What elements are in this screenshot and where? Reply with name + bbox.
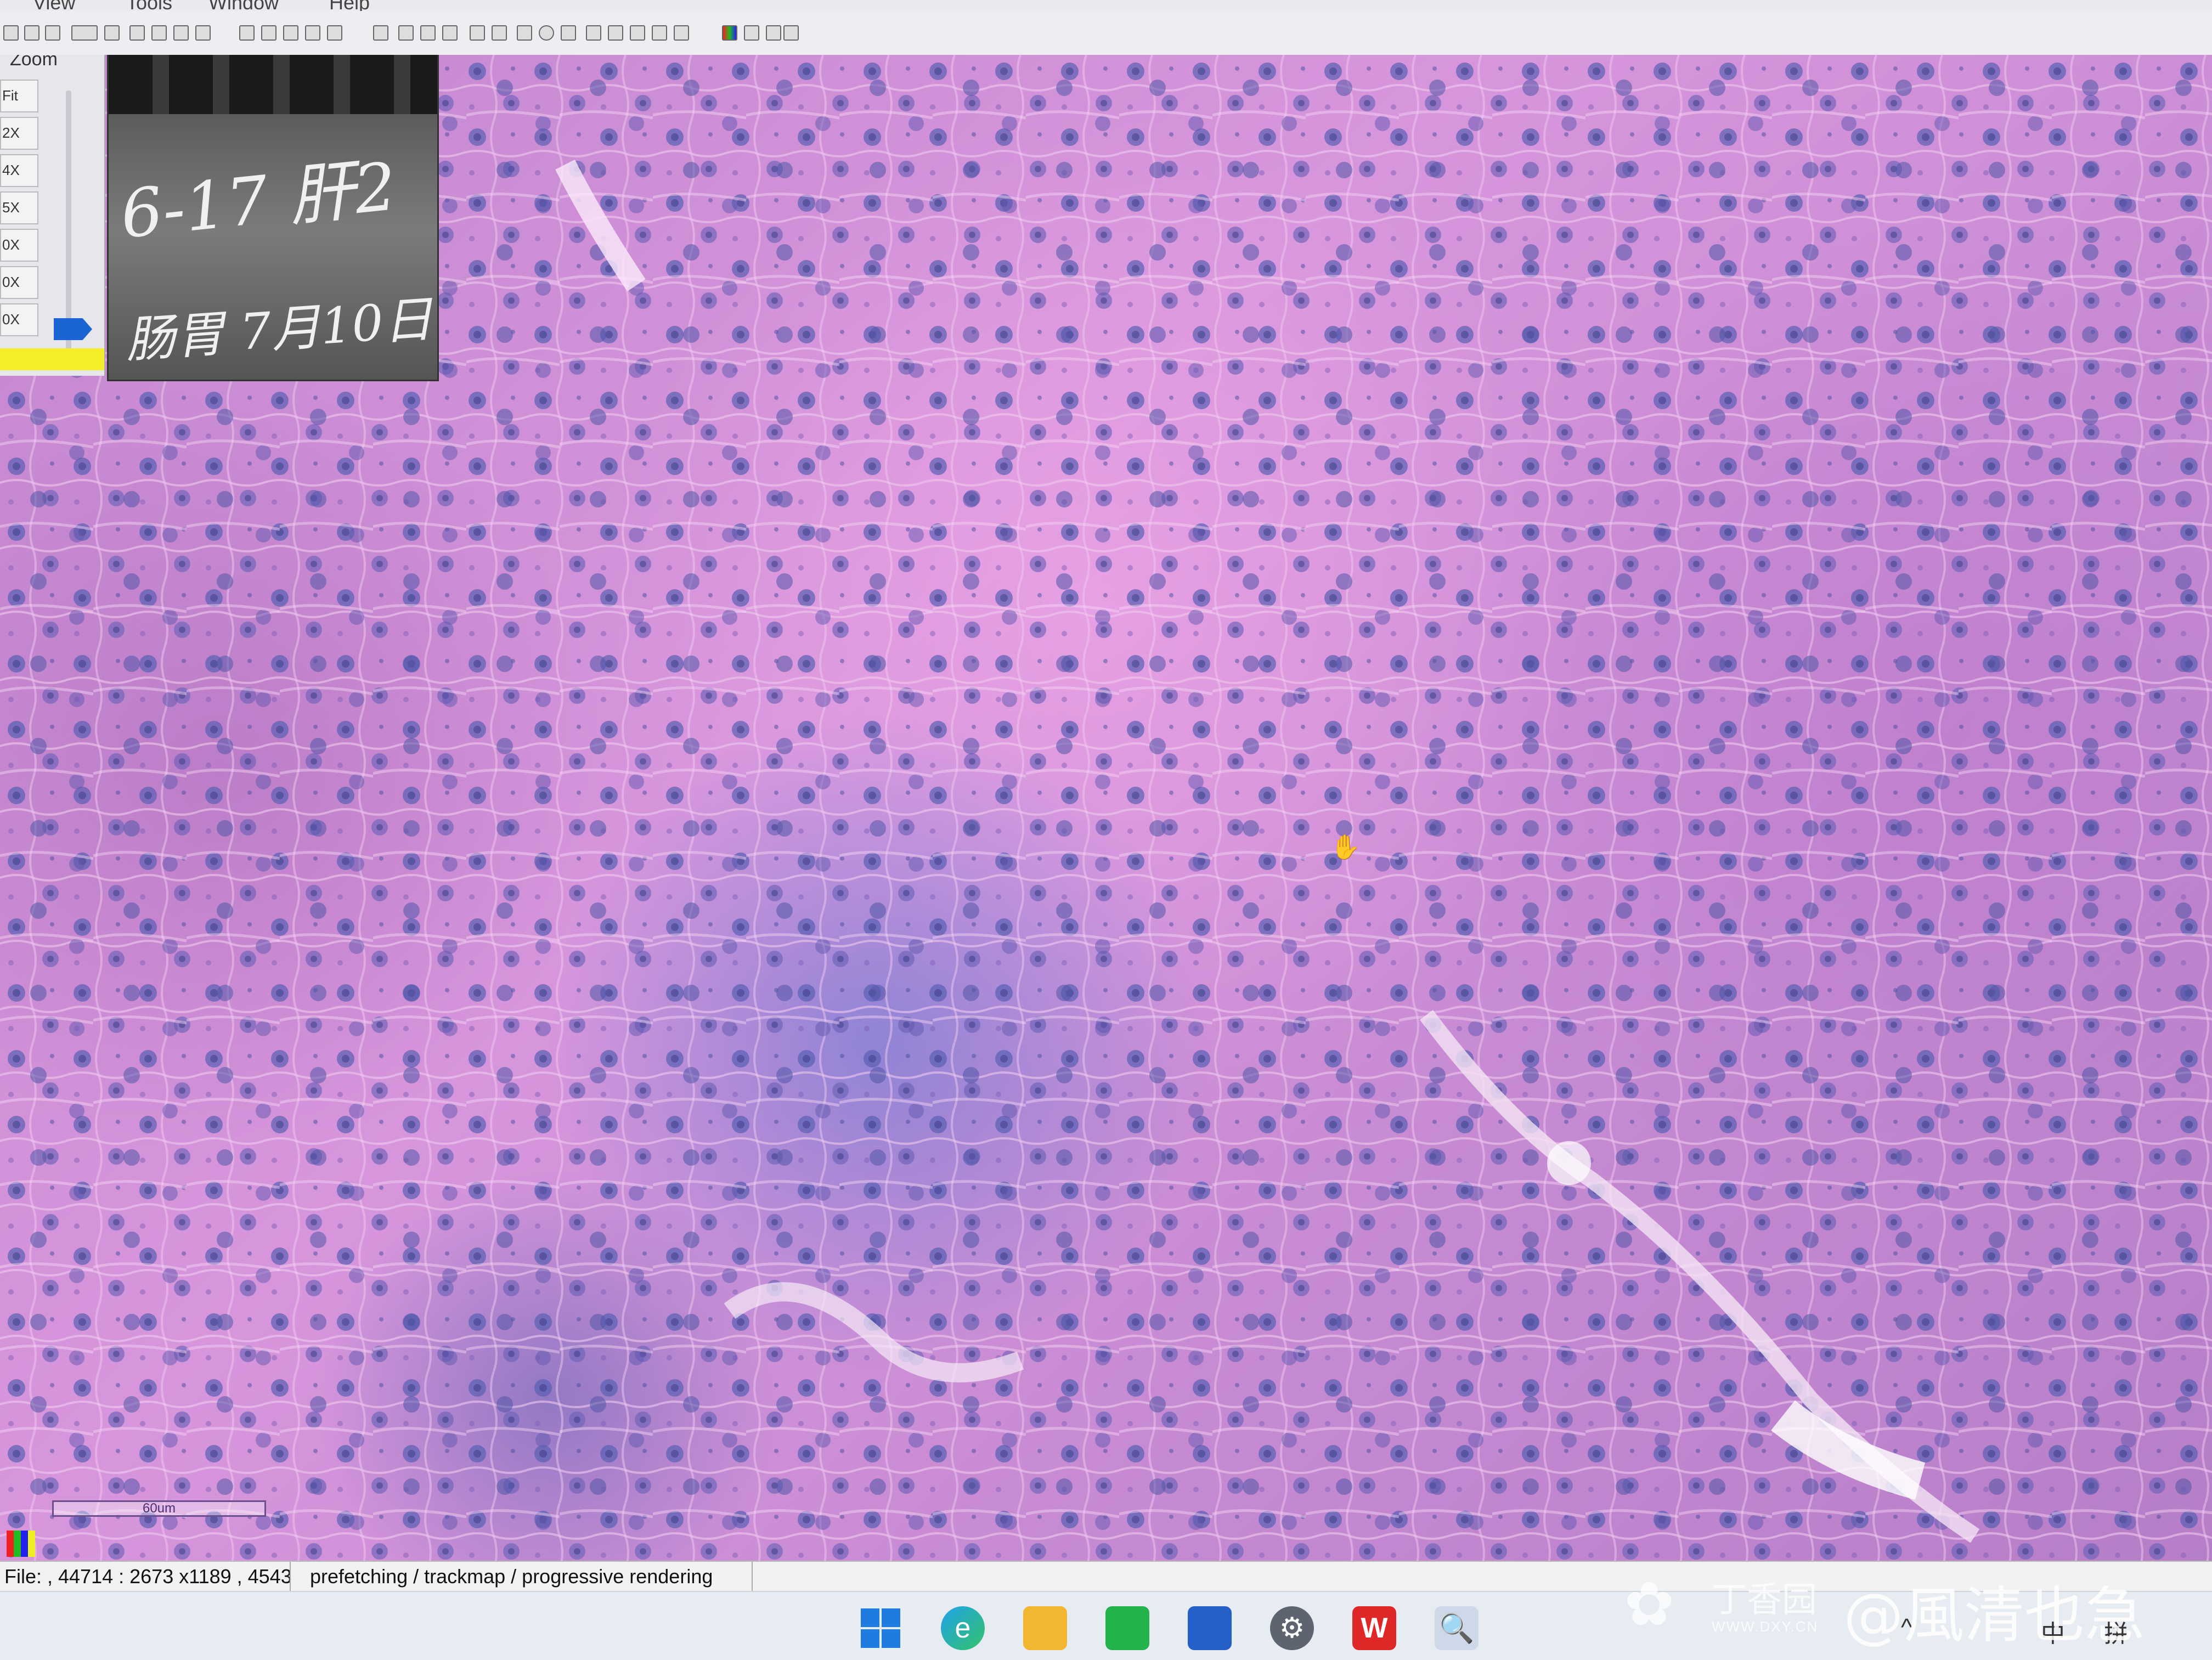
- slide-viewer[interactable]: Zoom Fit 2X 4X 5X 0X 0X 0X 6-17 肝2 肠胃 7月…: [0, 55, 2212, 1561]
- toolbar: [0, 11, 2212, 57]
- watermark-author: @風清也急: [1843, 1580, 2145, 1651]
- zoom-4x-button[interactable]: 4X: [0, 154, 38, 187]
- zoom-title: Zoom: [10, 55, 58, 70]
- zoom-current-marker: [54, 318, 92, 340]
- zoom-fit-button[interactable]: Fit: [0, 80, 38, 112]
- settings-icon[interactable]: ⚙: [1270, 1606, 1314, 1650]
- zoom-highlight-bar: [0, 348, 104, 370]
- search-magnifier-icon[interactable]: 🔍: [1435, 1606, 1479, 1650]
- tool-mail-icon[interactable]: [305, 25, 320, 41]
- tool-ruler-icon[interactable]: [492, 25, 507, 41]
- tool-globe-icon[interactable]: [261, 25, 276, 41]
- zoom-panel: Zoom Fit 2X 4X 5X 0X 0X 0X: [0, 55, 105, 376]
- menu-bar: View Tools Window Help: [0, 0, 2212, 14]
- tool-camera-icon[interactable]: [420, 25, 436, 41]
- status-separator: [290, 1562, 291, 1592]
- tool-copy-icon[interactable]: [104, 25, 120, 41]
- zoom-2x-button[interactable]: 2X: [0, 117, 38, 150]
- folder-icon[interactable]: [1023, 1606, 1067, 1650]
- tool-pointer-icon[interactable]: [398, 25, 414, 41]
- status-coordinates: File: , 44714 : 2673 x1189 , 4543: [4, 1565, 292, 1588]
- tool-stack-icon[interactable]: [674, 25, 689, 41]
- tool-bar-icon[interactable]: [744, 25, 759, 41]
- store-bag-icon[interactable]: [1105, 1606, 1149, 1650]
- wps-icon[interactable]: W: [1352, 1606, 1396, 1650]
- zoom-40x-button[interactable]: 0X: [0, 303, 38, 336]
- thumbnail-label-line1: 6-17 肝2: [117, 148, 400, 253]
- thumbnail-strip: [109, 55, 437, 114]
- ms-store-icon[interactable]: [1188, 1606, 1232, 1650]
- watermark-url: WWW.DXY.CN: [1712, 1618, 1819, 1635]
- tool-target-icon[interactable]: [3, 25, 19, 41]
- tool-print-icon[interactable]: [283, 25, 298, 41]
- tool-select-dropdown[interactable]: [71, 25, 98, 41]
- tool-refresh-icon[interactable]: [327, 25, 342, 41]
- zoom-5x-button[interactable]: 5X: [0, 191, 38, 224]
- tool-grid-hash-icon[interactable]: [586, 25, 601, 41]
- dxy-flower-logo-icon: ✿: [1624, 1571, 1675, 1638]
- tool-save-icon[interactable]: [195, 25, 211, 41]
- zoom-slider[interactable]: [66, 91, 71, 354]
- tool-edit-icon[interactable]: [239, 25, 255, 41]
- tool-duplicate-icon[interactable]: [652, 25, 667, 41]
- tool-ellipse-icon[interactable]: [539, 25, 554, 41]
- status-message: prefetching / trackmap / progressive ren…: [310, 1565, 713, 1588]
- tool-line-icon[interactable]: [561, 25, 576, 41]
- tool-hand-icon[interactable]: [373, 25, 388, 41]
- tool-help-icon[interactable]: [783, 25, 799, 41]
- tool-back-icon[interactable]: [45, 25, 60, 41]
- zoom-20x-button[interactable]: 0X: [0, 266, 38, 299]
- tool-rectangle-icon[interactable]: [517, 25, 532, 41]
- tool-link-icon[interactable]: [24, 25, 40, 41]
- tool-pen-icon[interactable]: [442, 25, 458, 41]
- hand-cursor-icon: ✋: [1330, 834, 1361, 861]
- tool-dropdown-icon[interactable]: [766, 25, 781, 41]
- tool-scissors-icon[interactable]: [630, 25, 645, 41]
- tool-measure-icon[interactable]: [470, 25, 485, 41]
- thumbnail-label-line2: 肠胃 7月10日: [123, 290, 435, 370]
- start-icon[interactable]: [859, 1606, 902, 1650]
- color-channels-icon[interactable]: [7, 1531, 35, 1557]
- scale-bar: 60um: [52, 1500, 266, 1517]
- slide-label-thumbnail[interactable]: 6-17 肝2 肠胃 7月10日: [107, 55, 439, 381]
- tool-page-icon[interactable]: [129, 25, 145, 41]
- tool-layers-icon[interactable]: [608, 25, 623, 41]
- tool-magnifier-icon[interactable]: [173, 25, 189, 41]
- edge-icon[interactable]: e: [941, 1606, 985, 1650]
- tool-color-icon[interactable]: [722, 25, 737, 41]
- scale-bar-label: 60um: [142, 1501, 176, 1516]
- watermark-site-name: 丁香园: [1712, 1580, 1817, 1621]
- tool-grid-icon[interactable]: [151, 25, 167, 41]
- zoom-10x-button[interactable]: 0X: [0, 229, 38, 262]
